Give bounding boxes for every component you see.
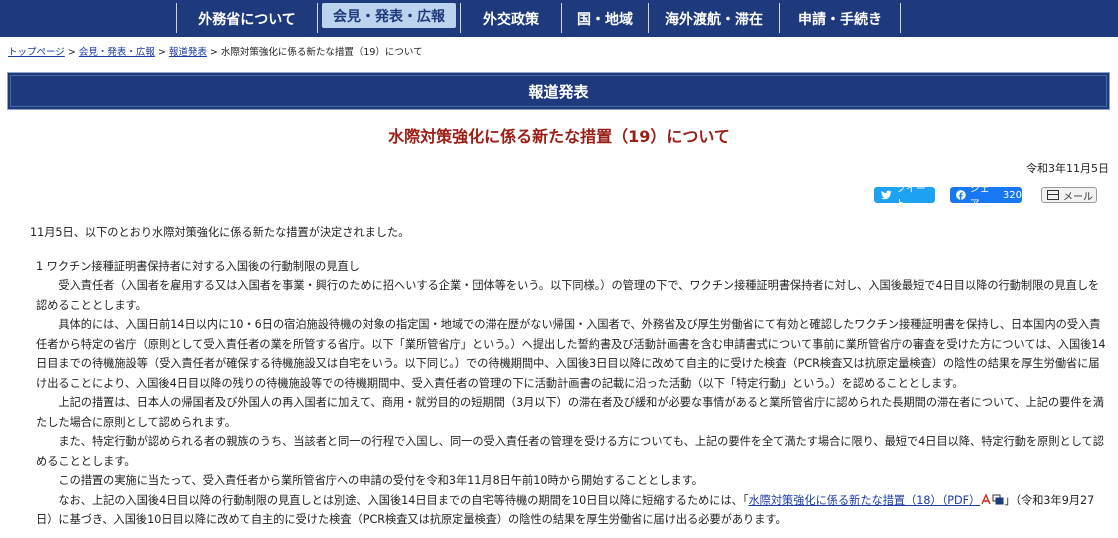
global-nav-items: 外務省について 会見・発表・広報 外交政策 国・地域 海外渡航・滞在 申請・手続…: [176, 0, 901, 37]
breadcrumb-release-link[interactable]: 報道発表: [169, 47, 207, 58]
breadcrumb: トップページ > 会見・発表・広報 > 報道発表 > 水際対策強化に係る新たな措…: [8, 44, 423, 58]
pdf-measures-18-link[interactable]: 水際対策強化に係る新たな措置（18）（PDF）: [748, 494, 980, 507]
nav-item-press[interactable]: 会見・発表・広報: [322, 3, 456, 28]
section-banner: 報道発表: [7, 72, 1110, 110]
mail-icon: [1047, 190, 1059, 200]
breadcrumb-press-link[interactable]: 会見・発表・広報: [79, 47, 155, 58]
page-title: 水際対策強化に係る新たな措置（19）について: [388, 127, 730, 146]
nav-separator: [900, 3, 901, 33]
body-paragraph: また、特定行動が認められる者の親族のうち、当該者と同一の行程で入国し、同一の受入…: [36, 435, 1104, 468]
facebook-share-button[interactable]: シェア 320: [950, 184, 1022, 210]
article-body: 11月5日、以下のとおり水際対策強化に係る新たな措置が決定されました。 1 ワク…: [30, 223, 1106, 530]
breadcrumb-current: 水際対策強化に係る新たな措置（19）について: [220, 47, 423, 58]
breadcrumb-home-link[interactable]: トップページ: [8, 47, 65, 58]
section-heading: 1 ワクチン接種証明書保持者に対する入国後の行動制限の見直し: [36, 259, 360, 273]
nav-separator: [317, 3, 318, 33]
breadcrumb-separator: >: [154, 47, 169, 58]
last-paragraph-before: なお、上記の入国後4日目以降の行動制限の見直しとは別途、入国後14日目までの自宅…: [58, 493, 749, 507]
mail-label: メール: [1063, 191, 1093, 203]
section-banner-label: 報道発表: [10, 75, 1107, 107]
twitter-bird-icon: [881, 190, 892, 200]
body-paragraph-last: なお、上記の入国後4日目以降の行動制限の見直しとは別途、入国後14日目までの自宅…: [36, 491, 1106, 530]
mail-button[interactable]: メール: [1041, 187, 1097, 203]
facebook-share-count: 320: [1002, 189, 1022, 201]
nav-item-travel[interactable]: 海外渡航・滞在: [649, 0, 779, 37]
publish-date: 令和3年11月5日: [1026, 162, 1109, 175]
nav-item-regions[interactable]: 国・地域: [562, 0, 648, 37]
body-paragraph: 上記の措置は、日本人の帰国者及び外国人の再入国者に加えて、商用・就労目的の短期間…: [36, 396, 1104, 429]
nav-item-foreign-policy[interactable]: 外交政策: [461, 0, 561, 37]
body-paragraph: 具体的には、入国日前14日以内に10・6日の宿泊施設待機の対象の指定国・地域での…: [36, 318, 1106, 390]
nav-item-about[interactable]: 外務省について: [177, 0, 317, 37]
new-window-icon: [992, 494, 1004, 504]
tweet-label: ツイート: [895, 184, 926, 210]
tweet-button[interactable]: ツイート: [874, 184, 935, 210]
facebook-share-label: シェア: [969, 184, 990, 210]
nav-item-procedures[interactable]: 申請・手続き: [780, 0, 900, 37]
body-paragraph: 受入責任者（入国者を雇用する又は入国者を事業・興行のために招へいする企業・団体等…: [36, 279, 1100, 312]
global-nav: 外務省について 会見・発表・広報 外交政策 国・地域 海外渡航・滞在 申請・手続…: [0, 0, 1118, 37]
facebook-icon: [956, 190, 966, 200]
pdf-icon: [981, 493, 991, 504]
breadcrumb-separator: >: [206, 47, 221, 58]
body-paragraph: この措置の実施に当たって、受入責任者から業所管省庁への申請の受付を令和3年11月…: [58, 474, 703, 487]
lead-paragraph: 11月5日、以下のとおり水際対策強化に係る新たな措置が決定されました。: [30, 226, 410, 239]
breadcrumb-separator: >: [64, 47, 79, 58]
